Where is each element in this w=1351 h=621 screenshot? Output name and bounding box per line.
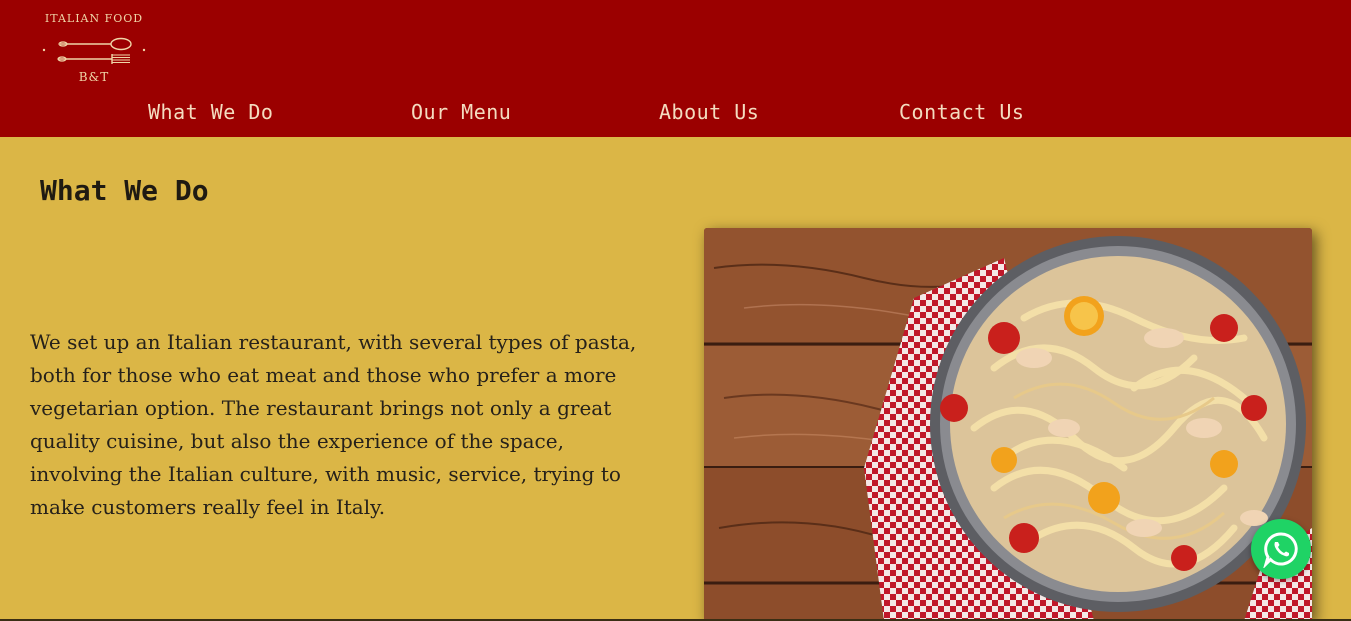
section-paragraph: We set up an Italian restaurant, with se… [30,330,637,519]
nav-what-we-do[interactable]: What We Do [148,100,273,124]
whatsapp-button[interactable] [1251,519,1311,579]
nav-our-menu[interactable]: Our Menu [411,100,511,124]
site-header: ITALIAN FOOD B&T What We Do Our Menu Abo… [0,0,1351,137]
logo-bottom-text: B&T [78,70,110,84]
nav-about-us[interactable]: About Us [659,100,759,124]
section-title: What We Do [40,174,209,207]
whatsapp-icon [1263,532,1298,568]
logo-top-text: ITALIAN FOOD [44,12,144,25]
site-logo[interactable]: ITALIAN FOOD B&T [38,8,150,90]
nav-contact-us[interactable]: Contact Us [899,100,1024,124]
pasta-dish-photo [704,228,1312,621]
